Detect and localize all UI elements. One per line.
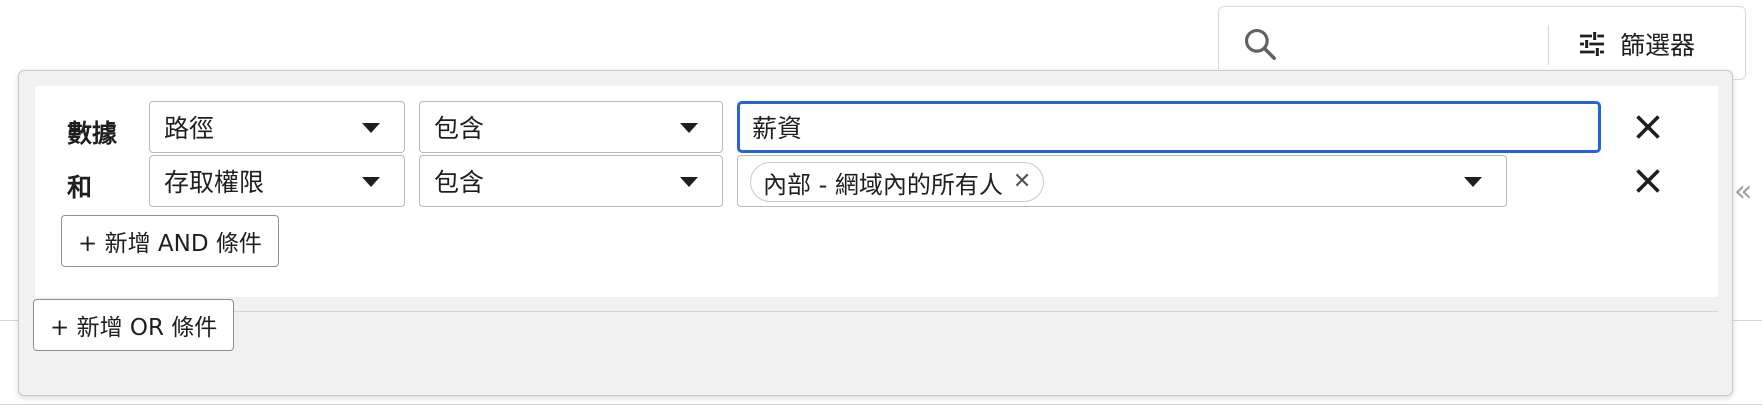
chip-remove-icon[interactable]: ✕ [1013, 171, 1031, 193]
add-and-condition-button[interactable]: + 新增 AND 條件 [61, 215, 279, 267]
bar-divider [1548, 25, 1549, 65]
access-value-select[interactable]: 內部 - 網域內的所有人 ✕ [737, 155, 1507, 207]
panel-divider [35, 311, 1718, 312]
row-label-data: 數據 [67, 119, 118, 148]
operator-select-contains[interactable]: 包含 [419, 101, 723, 153]
caret-down-icon [680, 123, 698, 133]
field-select-value: 存取權限 [164, 168, 265, 197]
add-or-condition-button[interactable]: + 新增 OR 條件 [33, 299, 235, 351]
caret-down-icon [1464, 177, 1482, 187]
background-divider-bottom [0, 404, 1762, 405]
caret-down-icon [680, 177, 698, 187]
value-chip: 內部 - 網域內的所有人 ✕ [750, 162, 1045, 202]
search-icon[interactable] [1241, 25, 1279, 63]
double-chevron-left-icon[interactable]: « [1734, 174, 1752, 209]
tune-icon [1580, 32, 1604, 56]
row-label-and: 和 [67, 173, 93, 202]
and-condition-group: 數據 路徑 包含 和 存取權限 包含 內部 - 網域內的所有人 ✕ [35, 86, 1718, 297]
close-icon[interactable] [1630, 163, 1666, 199]
operator-select-value: 包含 [434, 168, 485, 197]
field-select-value: 路徑 [164, 114, 215, 143]
search-filter-bar: 篩選器 [1218, 6, 1746, 80]
filter-button-label: 篩選器 [1620, 31, 1696, 60]
operator-select-value: 包含 [434, 114, 485, 143]
value-input[interactable] [737, 101, 1601, 153]
filter-button[interactable]: 篩選器 [1576, 21, 1695, 67]
field-select-path[interactable]: 路徑 [149, 101, 405, 153]
value-chip-label: 內部 - 網域內的所有人 [763, 170, 1003, 199]
filter-panel: 數據 路徑 包含 和 存取權限 包含 內部 - 網域內的所有人 ✕ [18, 70, 1733, 396]
caret-down-icon [362, 177, 380, 187]
field-select-access[interactable]: 存取權限 [149, 155, 405, 207]
close-icon[interactable] [1630, 109, 1666, 145]
operator-select-contains[interactable]: 包含 [419, 155, 723, 207]
caret-down-icon [362, 123, 380, 133]
